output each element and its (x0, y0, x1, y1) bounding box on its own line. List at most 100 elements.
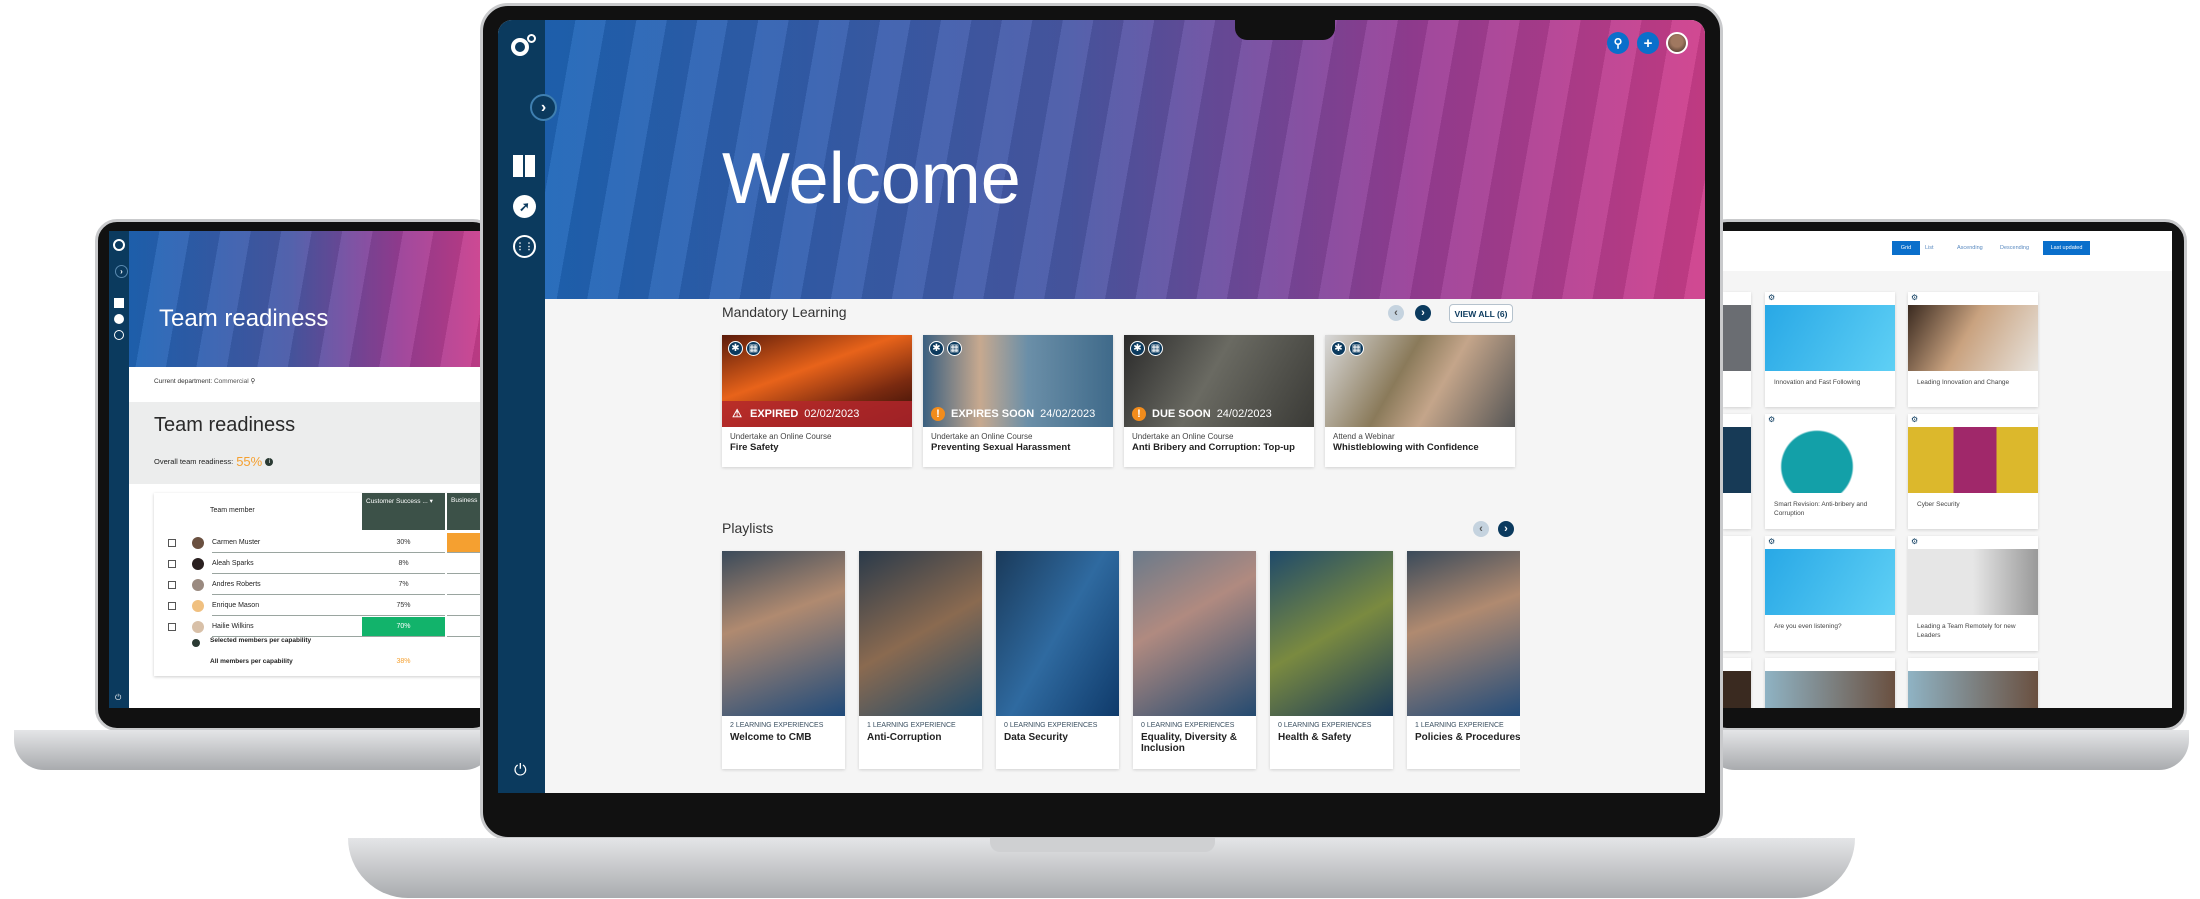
row-checkbox[interactable] (168, 602, 176, 610)
table-row[interactable]: Andres Roberts 7% (154, 575, 489, 595)
info-icon[interactable]: i (265, 457, 274, 466)
status-badge: ⚠ EXPIRED 02/02/2023 (722, 401, 912, 427)
compass-icon[interactable] (114, 314, 124, 324)
course-type: Undertake an Online Course (1132, 432, 1234, 441)
search-icon: ⚲ (1613, 36, 1623, 50)
playlists-prev-button[interactable]: ‹ (1473, 521, 1489, 537)
gear-icon[interactable]: ⚙ (1911, 415, 1918, 424)
compass-icon[interactable]: ➚ (513, 195, 536, 218)
grid-icon[interactable]: ⋮⋮ (513, 235, 536, 258)
course-card[interactable] (1723, 414, 1751, 529)
playlist-card[interactable]: 2 LEARNING EXPERIENCES Welcome to CMB (722, 551, 845, 769)
add-button[interactable]: + (1637, 32, 1659, 54)
power-icon[interactable]: ⏻ (115, 693, 121, 703)
playlist-card[interactable]: 0 LEARNING EXPERIENCES Data Security (996, 551, 1119, 769)
page-title: Team readiness (154, 414, 296, 436)
course-image (1908, 549, 2038, 615)
ascending-button[interactable]: Ascending (1957, 241, 1983, 255)
alert-icon: ! (1132, 407, 1146, 421)
course-title: Smart Revision: Anti-bribery and Corrupt… (1774, 501, 1868, 517)
mandatory-card[interactable]: ✱ ▦ ⚠ EXPIRED 02/02/2023 Undertake an Onlin… (722, 335, 912, 467)
capability-label: Customer Success ... (366, 498, 428, 505)
course-card[interactable]: ⚙ Smart Revision: Anti-bribery and Corru… (1765, 414, 1895, 529)
power-icon[interactable]: ⏻ (514, 762, 527, 780)
mandatory-card[interactable]: ✱ ▦! EXPIRES SOON 24/02/2023 Undertake an … (923, 335, 1113, 467)
expand-sidebar-button[interactable]: › (115, 265, 128, 278)
course-card[interactable]: ⚙ Leading a Team Remotely for new Leader… (1908, 536, 2038, 651)
course-type: Attend a Webinar (1333, 432, 1395, 441)
column-header-member: Team member (210, 507, 255, 514)
all-members-label: All members per capability (210, 658, 293, 665)
info-icon[interactable] (192, 639, 200, 647)
asterisk-icon: ✱ (1331, 341, 1346, 356)
row-checkbox[interactable] (168, 539, 176, 547)
mandatory-card[interactable]: ✱ ▦! DUE SOON 24/02/2023 Undertake an Onli… (1124, 335, 1314, 467)
course-title: Cyber Security (1917, 501, 1960, 508)
department-label: Current department: (154, 378, 213, 385)
grid-view-button[interactable]: Grid (1892, 241, 1920, 255)
trackpad-notch (990, 838, 1215, 852)
course-card[interactable] (1723, 536, 1751, 651)
gear-icon[interactable]: ⚙ (1768, 415, 1775, 424)
avatar[interactable] (1666, 32, 1688, 54)
row-checkbox[interactable] (168, 581, 176, 589)
table-row[interactable]: Aleah Sparks 8% (154, 554, 489, 574)
course-card[interactable] (1765, 658, 1895, 708)
playlist-card[interactable]: 0 LEARNING EXPERIENCES Equality, Diversi… (1133, 551, 1256, 769)
gear-icon[interactable]: ⚙ (1768, 537, 1775, 546)
playlist-image (722, 551, 845, 716)
course-title: Preventing Sexual Harassment (931, 442, 1071, 453)
course-image (1908, 305, 2038, 371)
course-card[interactable]: ⚙ Innovation and Fast Following (1765, 292, 1895, 407)
camera-notch (1235, 20, 1335, 40)
course-card[interactable] (1723, 658, 1751, 708)
playlists-next-button[interactable]: › (1498, 521, 1514, 537)
table-row[interactable]: Carmen Muster 30% (154, 533, 489, 553)
course-image: ✱ ▦ (1325, 335, 1515, 427)
member-name: Aleah Sparks (212, 554, 362, 574)
gear-icon[interactable]: ⚙ (1768, 293, 1775, 302)
course-image (1765, 305, 1895, 371)
course-type: Undertake an Online Course (931, 432, 1033, 441)
gear-icon[interactable]: ⚙ (1911, 537, 1918, 546)
view-all-button[interactable]: VIEW ALL (6) (1449, 304, 1513, 323)
search-icon[interactable]: ⚲ (250, 378, 255, 385)
dashboard-icon[interactable] (513, 155, 535, 177)
last-updated-button[interactable]: Last updated (2043, 241, 2090, 255)
gear-icon[interactable]: ⚙ (1911, 293, 1918, 302)
course-card[interactable] (1908, 658, 2038, 708)
row-checkbox[interactable] (168, 623, 176, 631)
list-view-button[interactable]: List (1925, 241, 1934, 255)
expand-sidebar-button[interactable]: › (530, 94, 557, 121)
course-card[interactable]: ⚙ Are you even listening? (1765, 536, 1895, 651)
main-screen: Welcome ⚲ + › ➚ ⋮⋮ ⏻ Mandatory Learning … (498, 20, 1705, 793)
right-toolbar: Grid List Ascending Descending Last upda… (1723, 231, 2172, 271)
mandatory-next-button[interactable]: › (1415, 305, 1431, 321)
playlist-card[interactable]: 1 LEARNING EXPERIENCE Anti-Corruption (859, 551, 982, 769)
dropdown-icon[interactable]: ▾ (430, 498, 433, 505)
descending-button[interactable]: Descending (2000, 241, 2029, 255)
playlist-card[interactable]: 0 LEARNING EXPERIENCES Health & Safety (1270, 551, 1393, 769)
playlist-title: Welcome to CMB (730, 732, 812, 743)
course-image (1908, 427, 2038, 493)
playlist-image (1133, 551, 1256, 716)
course-title: Leading a Team Remotely for new Leaders (1917, 623, 2016, 639)
mandatory-prev-button[interactable]: ‹ (1388, 305, 1404, 321)
course-card[interactable]: ⚙ Cyber Security (1908, 414, 2038, 529)
playlist-card[interactable]: 1 LEARNING EXPERIENCE Policies & Procedu… (1407, 551, 1520, 769)
table-row[interactable]: Hailie Wilkins 70% (154, 617, 489, 637)
search-button[interactable]: ⚲ (1607, 32, 1629, 54)
department-selector[interactable]: Current department: Commercial ⚲ (154, 377, 255, 385)
avatar (192, 600, 204, 612)
playlist-count: 0 LEARNING EXPERIENCES (1004, 722, 1098, 729)
table-row[interactable]: Enrique Mason 75% (154, 596, 489, 616)
due-date: 24/02/2023 (1040, 408, 1096, 420)
dashboard-icon[interactable] (114, 298, 124, 308)
mandatory-card[interactable]: ✱ ▦ Attend a Webinar Whistleblowing with… (1325, 335, 1515, 467)
column-header-capability[interactable]: Customer Success ... ▾ (362, 493, 445, 530)
course-card[interactable] (1723, 292, 1751, 407)
playlist-image (1407, 551, 1520, 716)
course-card[interactable]: ⚙ Leading Innovation and Change (1908, 292, 2038, 407)
row-checkbox[interactable] (168, 560, 176, 568)
grid-icon[interactable] (114, 330, 124, 340)
